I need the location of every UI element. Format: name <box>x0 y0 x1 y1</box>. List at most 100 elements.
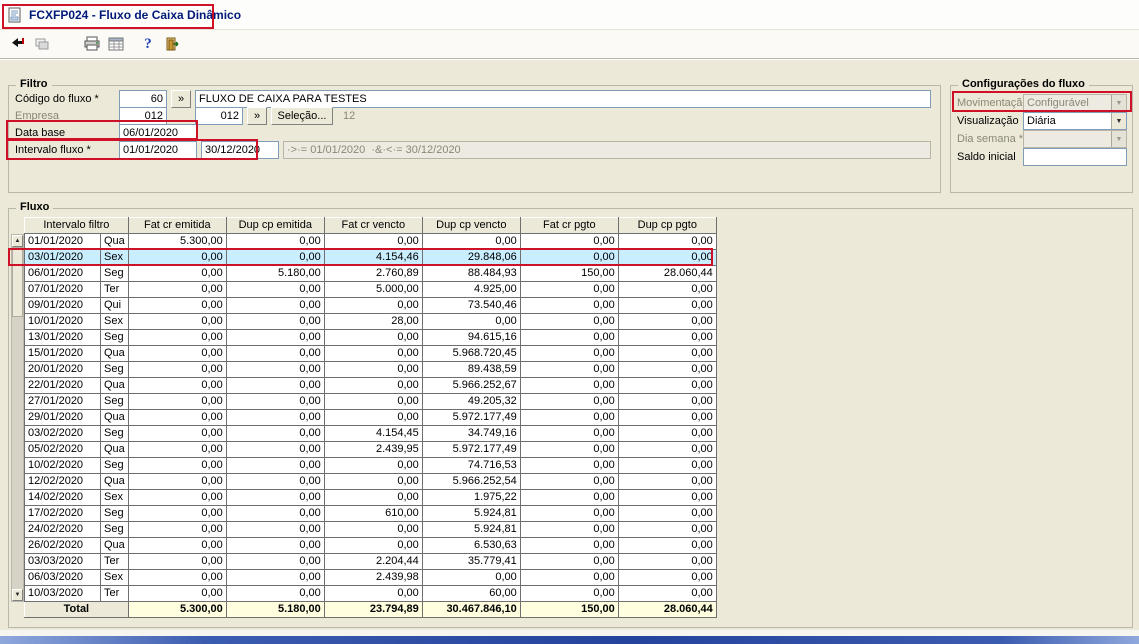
cell-value[interactable]: 0,00 <box>617 329 717 346</box>
scroll-up-button[interactable]: ▲ <box>12 235 23 247</box>
cell-value[interactable]: 0,00 <box>127 377 227 394</box>
empresa-input[interactable] <box>119 107 167 125</box>
cell-value[interactable]: 0,00 <box>225 441 325 458</box>
cell-value[interactable]: 94.615,16 <box>421 329 521 346</box>
cell-value[interactable]: 2.439,98 <box>323 569 423 586</box>
cell-value[interactable]: 0,00 <box>617 345 717 362</box>
cell-value[interactable]: 0,00 <box>225 537 325 554</box>
cell-value[interactable]: 0,00 <box>323 457 423 474</box>
cell-value[interactable]: 0,00 <box>225 521 325 538</box>
cell-value[interactable]: 0,00 <box>617 281 717 298</box>
cell-date[interactable]: 13/01/2020 <box>24 329 101 346</box>
table-row[interactable]: 06/03/2020 Sex 0,00 0,00 2.439,98 0,00 0,00 0,0… <box>24 569 717 586</box>
cell-value[interactable]: 0,00 <box>617 553 717 570</box>
cell-value[interactable]: 0,00 <box>323 233 423 250</box>
cell-weekday[interactable]: Seg <box>100 505 129 522</box>
cell-value[interactable]: 0,00 <box>421 569 521 586</box>
cell-value[interactable]: 0,00 <box>519 329 619 346</box>
cell-value[interactable]: 5.966.252,54 <box>421 473 521 490</box>
table-row[interactable]: 12/02/2020 Qua 0,00 0,00 0,00 5.966.252,54 0,0… <box>24 473 717 490</box>
cell-value[interactable]: 0,00 <box>519 537 619 554</box>
cell-value[interactable]: 4.154,45 <box>323 425 423 442</box>
cell-value[interactable]: 0,00 <box>225 457 325 474</box>
cell-value[interactable]: 0,00 <box>225 505 325 522</box>
cell-value[interactable]: 0,00 <box>519 585 619 602</box>
table-row[interactable]: 01/01/2020 Qua 5.300,00 0,00 0,00 0,00 0,00 0,0… <box>24 233 717 250</box>
cell-date[interactable]: 12/02/2020 <box>24 473 101 490</box>
cell-value[interactable]: 0,00 <box>617 537 717 554</box>
cell-value[interactable]: 0,00 <box>127 489 227 506</box>
scrollbar-track[interactable] <box>12 247 23 589</box>
cell-value[interactable]: 4.925,00 <box>421 281 521 298</box>
table-row[interactable]: 09/01/2020 Qui 0,00 0,00 0,00 73.540,46 0,00 0,… <box>24 297 717 314</box>
cell-value[interactable]: 2.760,89 <box>323 265 423 282</box>
cell-value[interactable]: 0,00 <box>127 505 227 522</box>
cell-value[interactable]: 4.154,46 <box>323 249 423 266</box>
cell-value[interactable]: 29.848,06 <box>421 249 521 266</box>
cell-value[interactable]: 0,00 <box>323 489 423 506</box>
cell-value[interactable]: 5.924,81 <box>421 505 521 522</box>
cell-value[interactable]: 0,00 <box>225 345 325 362</box>
scroll-down-button[interactable]: ▼ <box>12 589 23 601</box>
cell-value[interactable]: 0,00 <box>617 425 717 442</box>
cell-value[interactable]: 0,00 <box>519 345 619 362</box>
cell-value[interactable]: 6.530,63 <box>421 537 521 554</box>
cell-weekday[interactable]: Qua <box>100 441 129 458</box>
cell-value[interactable]: 0,00 <box>519 473 619 490</box>
cell-value[interactable]: 0,00 <box>617 297 717 314</box>
cell-value[interactable]: 0,00 <box>225 361 325 378</box>
cell-value[interactable]: 0,00 <box>323 521 423 538</box>
cell-value[interactable]: 0,00 <box>127 537 227 554</box>
cell-value[interactable]: 0,00 <box>519 409 619 426</box>
cell-value[interactable]: 0,00 <box>127 425 227 442</box>
cell-weekday[interactable]: Seg <box>100 329 129 346</box>
table-row[interactable]: 10/02/2020 Seg 0,00 0,00 0,00 74.716,53 0,00 0,… <box>24 457 717 474</box>
column-header-dup-cp-vencto[interactable]: Dup cp vencto <box>421 217 521 234</box>
column-header-dup-cp-pgto[interactable]: Dup cp pgto <box>617 217 717 234</box>
cell-weekday[interactable]: Seg <box>100 457 129 474</box>
cell-value[interactable]: 73.540,46 <box>421 297 521 314</box>
cell-value[interactable]: 0,00 <box>617 505 717 522</box>
cell-value[interactable]: 0,00 <box>127 329 227 346</box>
intervalo-inicio-input[interactable] <box>119 141 197 159</box>
cell-weekday[interactable]: Qui <box>100 297 129 314</box>
cell-value[interactable]: 0,00 <box>225 425 325 442</box>
cell-date[interactable]: 03/01/2020 <box>24 249 101 266</box>
table-row[interactable]: 15/01/2020 Qua 0,00 0,00 0,00 5.968.720,45 0,0… <box>24 345 717 362</box>
cell-value[interactable]: 0,00 <box>127 249 227 266</box>
cell-value[interactable]: 0,00 <box>225 489 325 506</box>
cell-value[interactable]: 0,00 <box>225 313 325 330</box>
cell-value[interactable]: 5.972.177,49 <box>421 441 521 458</box>
cell-value[interactable]: 0,00 <box>127 521 227 538</box>
cell-weekday[interactable]: Seg <box>100 361 129 378</box>
cell-date[interactable]: 14/02/2020 <box>24 489 101 506</box>
cell-weekday[interactable]: Seg <box>100 425 129 442</box>
cell-value[interactable]: 1.975,22 <box>421 489 521 506</box>
printer-icon[interactable] <box>82 35 102 53</box>
cell-value[interactable]: 0,00 <box>225 329 325 346</box>
cell-weekday[interactable]: Qua <box>100 377 129 394</box>
cell-date[interactable]: 09/01/2020 <box>24 297 101 314</box>
cell-date[interactable]: 15/01/2020 <box>24 345 101 362</box>
cell-value[interactable]: 0,00 <box>617 521 717 538</box>
cell-value[interactable]: 0,00 <box>127 313 227 330</box>
cell-weekday[interactable]: Qua <box>100 473 129 490</box>
cell-value[interactable]: 0,00 <box>617 489 717 506</box>
cell-value[interactable]: 0,00 <box>519 393 619 410</box>
cell-date[interactable]: 26/02/2020 <box>24 537 101 554</box>
cell-value[interactable]: 0,00 <box>519 505 619 522</box>
cell-date[interactable]: 06/03/2020 <box>24 569 101 586</box>
table-row[interactable]: 26/02/2020 Qua 0,00 0,00 0,00 6.530,63 0,00 0,0… <box>24 537 717 554</box>
cell-date[interactable]: 24/02/2020 <box>24 521 101 538</box>
cell-value[interactable]: 0,00 <box>421 313 521 330</box>
cell-value[interactable]: 89.438,59 <box>421 361 521 378</box>
cell-value[interactable]: 0,00 <box>127 441 227 458</box>
cell-value[interactable]: 0,00 <box>225 553 325 570</box>
column-header-fat-cr-pgto[interactable]: Fat cr pgto <box>519 217 619 234</box>
cell-value[interactable]: 5.966.252,67 <box>421 377 521 394</box>
cell-value[interactable]: 0,00 <box>519 521 619 538</box>
cell-value[interactable]: 0,00 <box>127 569 227 586</box>
cell-value[interactable]: 0,00 <box>617 313 717 330</box>
cell-value[interactable]: 0,00 <box>127 281 227 298</box>
cell-value[interactable]: 0,00 <box>617 473 717 490</box>
